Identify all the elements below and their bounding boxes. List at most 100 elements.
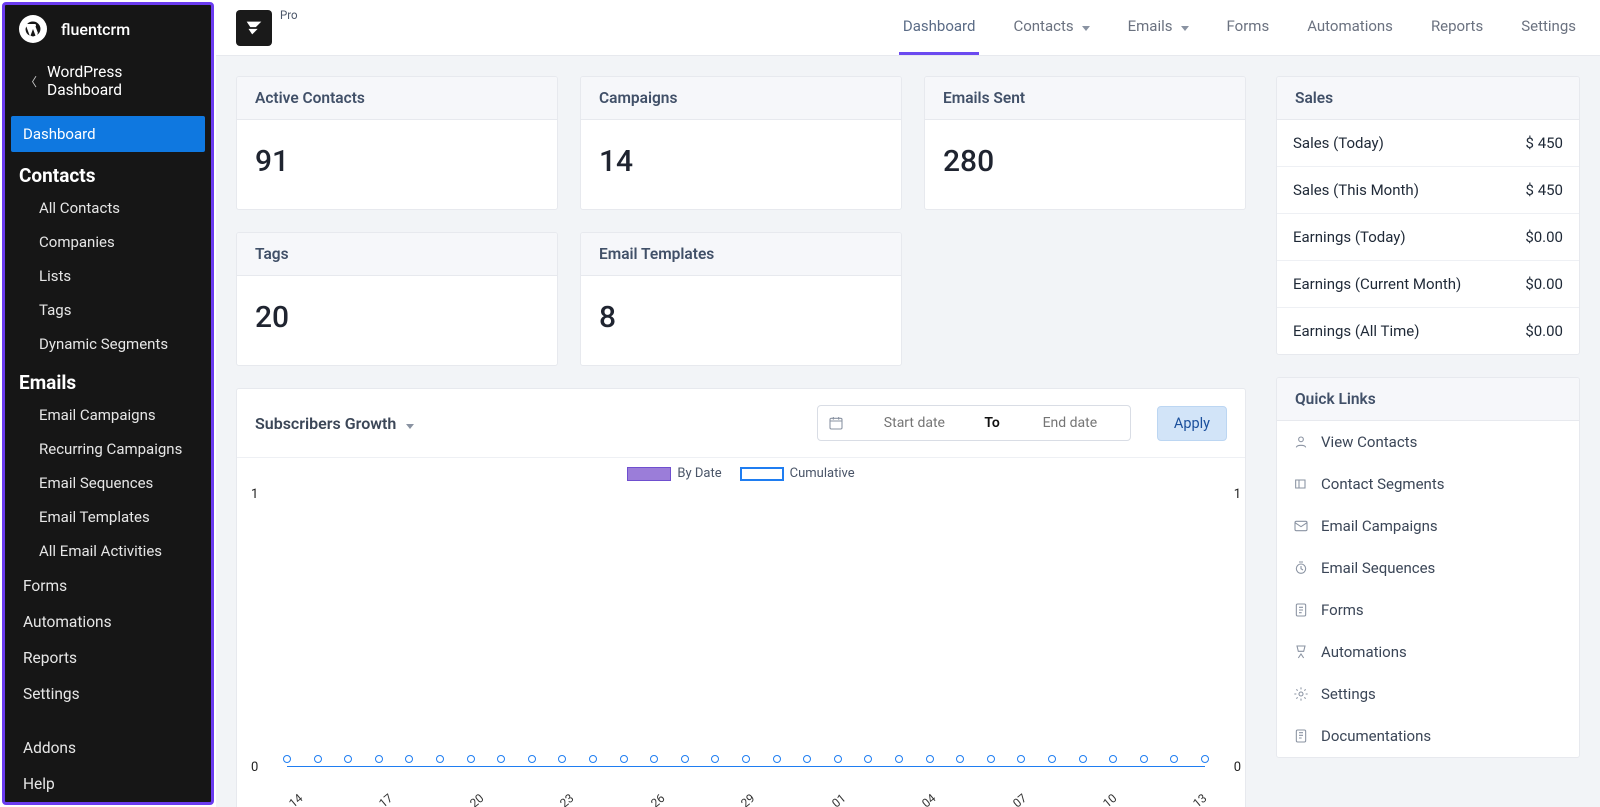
- apply-button[interactable]: Apply: [1157, 406, 1227, 441]
- quick-link-label: Automations: [1321, 643, 1407, 661]
- sidebar-item-forms[interactable]: Forms: [5, 568, 211, 604]
- stat-value: 8: [581, 276, 901, 365]
- sidebar-section-contacts[interactable]: Contacts: [5, 154, 211, 191]
- wordpress-logo-icon: [19, 15, 47, 43]
- sidebar-item-email-campaigns[interactable]: Email Campaigns: [5, 398, 211, 432]
- chart-title-selector[interactable]: Subscribers Growth: [255, 414, 414, 433]
- tab-automations[interactable]: Automations: [1303, 0, 1397, 55]
- y-axis-right-max: 1: [1234, 487, 1241, 502]
- sidebar-app-title: fluentcrm: [61, 20, 130, 39]
- legend-swatch: [627, 467, 671, 481]
- chart-data-point: [956, 755, 964, 763]
- sales-value: $0.00: [1525, 228, 1563, 246]
- sales-label: Sales (This Month): [1293, 181, 1419, 199]
- chart-data-point: [834, 755, 842, 763]
- chart-data-point: [467, 755, 475, 763]
- tab-contacts[interactable]: Contacts: [1009, 0, 1093, 55]
- tab-emails[interactable]: Emails: [1124, 0, 1193, 55]
- sidebar-header: fluentcrm: [5, 5, 211, 53]
- chart-data-point: [1170, 755, 1178, 763]
- quick-link-icon: [1293, 476, 1309, 492]
- sidebar-item-email-templates[interactable]: Email Templates: [5, 500, 211, 534]
- x-tick-label: 04: [919, 791, 938, 807]
- sidebar-item-tags[interactable]: Tags: [5, 293, 211, 327]
- chart-data-point: [1079, 755, 1087, 763]
- sidebar-section-emails[interactable]: Emails: [5, 361, 211, 398]
- quick-link-item[interactable]: Automations: [1277, 631, 1579, 673]
- chart-data-point: [375, 755, 383, 763]
- stat-value: 91: [237, 120, 557, 209]
- chart-data-point: [1201, 755, 1209, 763]
- quick-link-item[interactable]: Contact Segments: [1277, 463, 1579, 505]
- sales-value: $ 450: [1526, 181, 1563, 199]
- chart-data-point: [620, 755, 628, 763]
- main-area: Pro Dashboard Contacts Emails Forms Auto…: [216, 0, 1600, 807]
- sidebar-item-reports[interactable]: Reports: [5, 640, 211, 676]
- fluentcrm-logo-icon: [236, 10, 272, 46]
- sidebar-item-automations[interactable]: Automations: [5, 604, 211, 640]
- wp-admin-sidebar: fluentcrm 〈 WordPress Dashboard Dashboar…: [2, 2, 214, 805]
- chart-data-point: [497, 755, 505, 763]
- sidebar-item-dashboard[interactable]: Dashboard: [11, 116, 205, 152]
- back-to-wp-dashboard[interactable]: 〈 WordPress Dashboard: [5, 53, 211, 113]
- x-tick-label: 10: [1100, 791, 1119, 807]
- sidebar-item-settings[interactable]: Settings: [5, 676, 211, 712]
- chart-plot-area: 1 0 1 0 1417202326290104071013: [237, 483, 1245, 803]
- sales-row: Sales (Today)$ 450: [1277, 120, 1579, 167]
- sidebar-item-email-sequences[interactable]: Email Sequences: [5, 466, 211, 500]
- legend-item-by-date[interactable]: By Date: [627, 466, 721, 481]
- stat-card-email-templates: Email Templates 8: [580, 232, 902, 366]
- x-axis-labels: 1417202326290104071013: [287, 785, 1205, 799]
- sidebar-item-help[interactable]: Help: [5, 766, 211, 802]
- stat-value: 20: [237, 276, 557, 365]
- sales-label: Earnings (Current Month): [1293, 275, 1461, 293]
- date-range-separator: To: [974, 415, 1009, 431]
- quick-link-label: View Contacts: [1321, 433, 1417, 451]
- chart-data-point: [742, 755, 750, 763]
- quick-link-icon: [1293, 728, 1309, 744]
- chart-data-point: [1048, 755, 1056, 763]
- quick-link-label: Forms: [1321, 601, 1364, 619]
- quick-link-item[interactable]: Settings: [1277, 673, 1579, 715]
- sidebar-item-addons[interactable]: Addons: [5, 730, 211, 766]
- x-tick-label: 20: [467, 791, 486, 807]
- tab-dashboard[interactable]: Dashboard: [899, 0, 980, 55]
- sidebar-item-all-email-activities[interactable]: All Email Activities: [5, 534, 211, 568]
- chevron-left-icon: 〈: [25, 73, 37, 90]
- chart-data-point: [650, 755, 658, 763]
- sidebar-item-all-contacts[interactable]: All Contacts: [5, 191, 211, 225]
- start-date-input[interactable]: [854, 415, 974, 431]
- x-tick-label: 26: [648, 791, 667, 807]
- quick-link-icon: [1293, 686, 1309, 702]
- quick-link-item[interactable]: Email Sequences: [1277, 547, 1579, 589]
- chevron-down-icon: [1179, 17, 1189, 35]
- chart-data-point: [895, 755, 903, 763]
- stat-value: 14: [581, 120, 901, 209]
- sidebar-item-lists[interactable]: Lists: [5, 259, 211, 293]
- end-date-input[interactable]: [1010, 415, 1130, 431]
- sidebar-item-dynamic-segments[interactable]: Dynamic Segments: [5, 327, 211, 361]
- sales-row: Earnings (All Time)$0.00: [1277, 308, 1579, 354]
- tab-forms[interactable]: Forms: [1223, 0, 1274, 55]
- y-axis-left-max: 1: [251, 487, 258, 502]
- x-tick-label: 13: [1191, 791, 1210, 807]
- stat-card-tags: Tags 20: [236, 232, 558, 366]
- quick-link-item[interactable]: Email Campaigns: [1277, 505, 1579, 547]
- quick-link-item[interactable]: Documentations: [1277, 715, 1579, 757]
- tab-reports[interactable]: Reports: [1427, 0, 1487, 55]
- quick-link-item[interactable]: View Contacts: [1277, 421, 1579, 463]
- sidebar-item-addons[interactable]: [5, 712, 211, 730]
- date-range-picker[interactable]: To: [817, 405, 1130, 441]
- stat-label: Tags: [237, 233, 557, 276]
- wp-back-label: WordPress Dashboard: [47, 63, 195, 99]
- sidebar-item-companies[interactable]: Companies: [5, 225, 211, 259]
- quick-link-icon: [1293, 518, 1309, 534]
- quick-link-icon: [1293, 434, 1309, 450]
- sales-row: Sales (This Month) $ 450: [1277, 167, 1579, 214]
- tab-settings[interactable]: Settings: [1517, 0, 1580, 55]
- quick-link-label: Email Campaigns: [1321, 517, 1438, 535]
- card-title: Quick Links: [1277, 378, 1579, 421]
- legend-item-cumulative[interactable]: Cumulative: [740, 466, 855, 481]
- quick-link-item[interactable]: Forms: [1277, 589, 1579, 631]
- sidebar-item-recurring-campaigns[interactable]: Recurring Campaigns: [5, 432, 211, 466]
